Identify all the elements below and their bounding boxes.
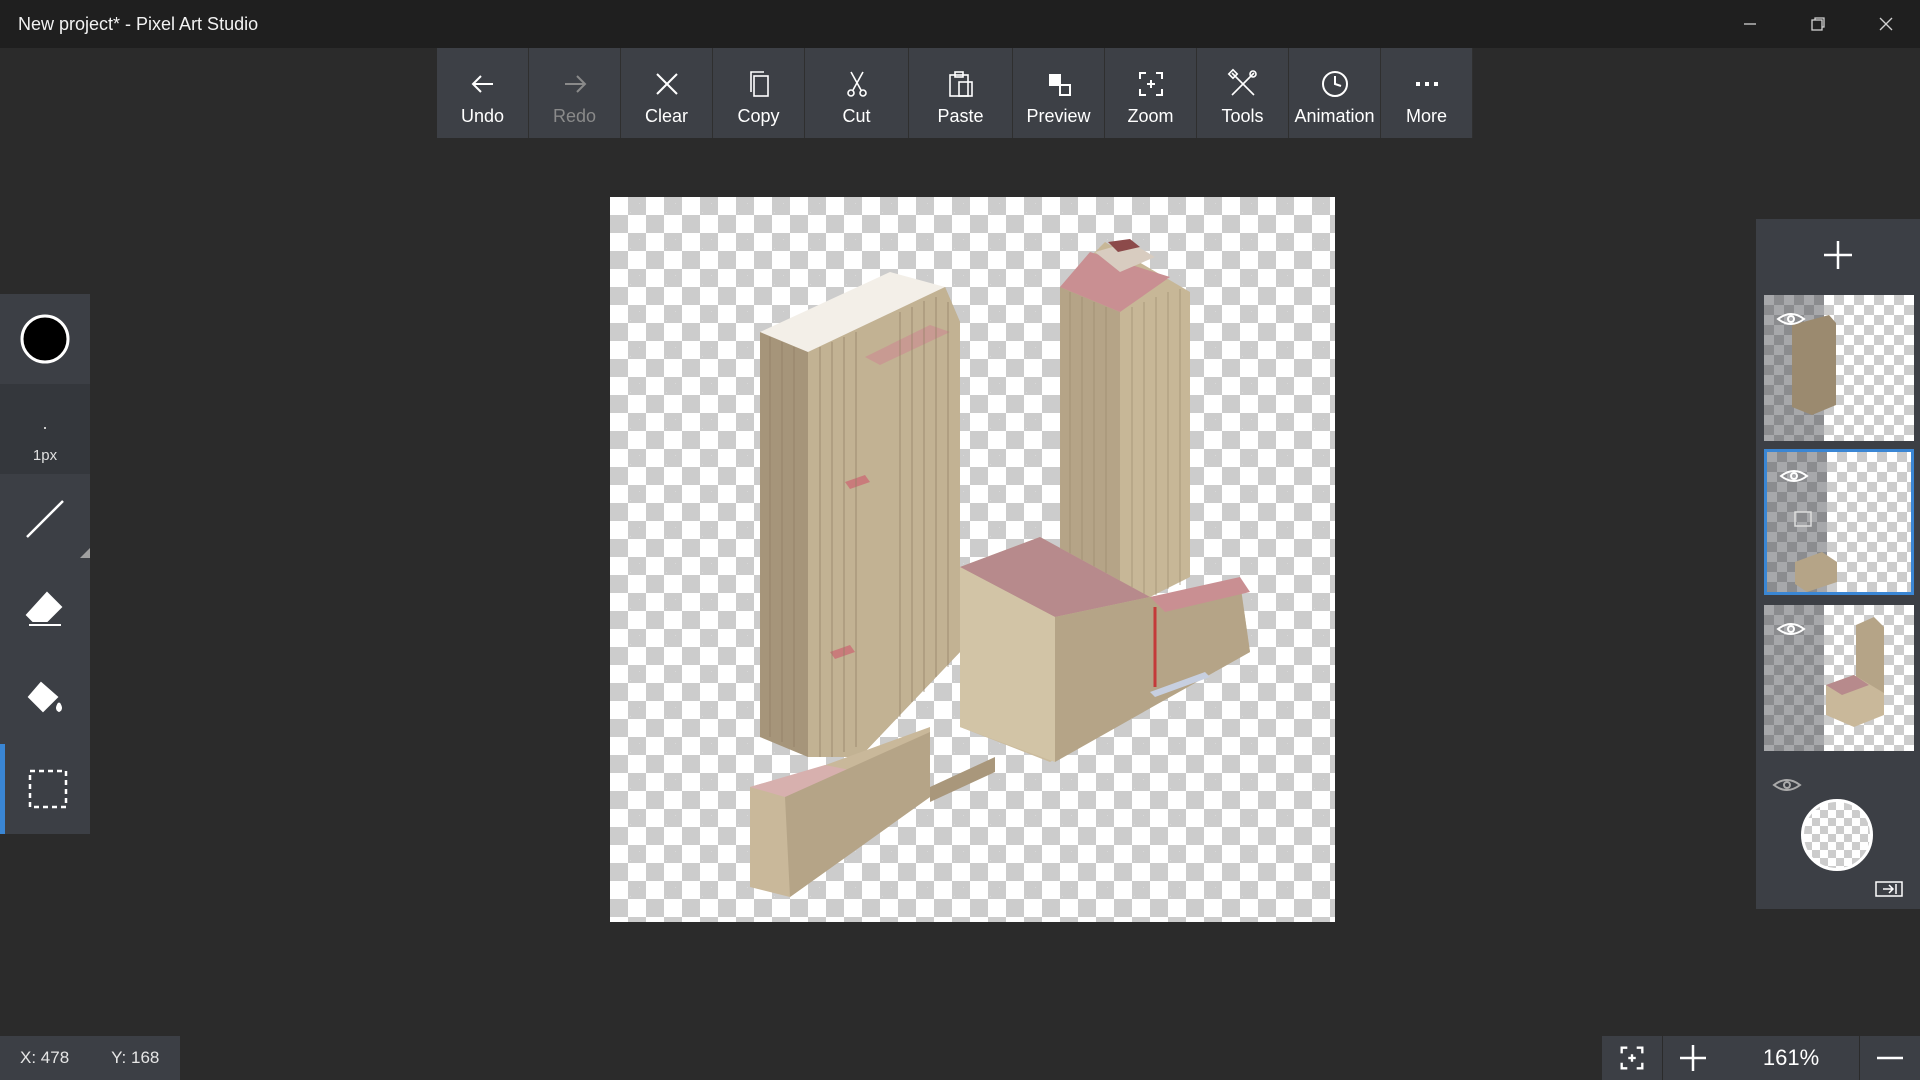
brush-size-label: 1px — [32, 446, 58, 464]
zoom-fit-icon — [1620, 1046, 1644, 1070]
line-icon — [26, 500, 64, 538]
copy-icon — [749, 71, 769, 97]
redo-button[interactable]: Redo — [529, 48, 621, 138]
eye-icon — [1776, 623, 1806, 635]
copy-label: Copy — [737, 106, 780, 126]
arrow-right-icon — [564, 75, 586, 93]
arrow-left-icon — [471, 75, 493, 93]
background-color-swatch[interactable] — [1801, 799, 1873, 871]
fit-to-screen-button[interactable] — [1602, 1036, 1662, 1080]
restore-button[interactable] — [1784, 0, 1852, 48]
copy-button[interactable]: Copy — [713, 48, 805, 138]
redo-label: Redo — [552, 106, 597, 126]
clear-label: Clear — [644, 106, 688, 126]
plus-icon — [1680, 1045, 1706, 1071]
layer-item-1[interactable] — [1764, 295, 1914, 441]
tools-button[interactable]: Tools — [1197, 48, 1289, 138]
paint-bucket-icon — [27, 681, 62, 713]
eraser-tool-button[interactable] — [0, 564, 90, 654]
close-window-button[interactable] — [1852, 0, 1920, 48]
paste-button[interactable]: Paste — [909, 48, 1013, 138]
more-icon — [1415, 82, 1438, 86]
eye-icon — [1772, 779, 1802, 791]
layer-item-3[interactable] — [1764, 605, 1914, 751]
zoom-in-button[interactable] — [1663, 1036, 1723, 1080]
minus-icon — [1877, 1056, 1903, 1060]
main-toolbar: Undo Redo Clear Copy Cut Paste Preview Z… — [437, 48, 1473, 138]
brush-size-button[interactable]: 1px — [0, 384, 90, 474]
eraser-icon — [25, 591, 63, 626]
more-button[interactable]: More — [1381, 48, 1473, 138]
zoom-label: Zoom — [1127, 106, 1174, 126]
undo-label: Undo — [460, 106, 505, 126]
tools-icon — [1227, 68, 1257, 96]
marquee-select-icon — [28, 769, 67, 809]
eye-icon — [1776, 313, 1806, 325]
layer-visibility-toggle[interactable] — [1776, 619, 1806, 644]
title-bar: New project* - Pixel Art Studio — [0, 0, 1920, 48]
tools-label: Tools — [1221, 106, 1264, 126]
line-tool-button[interactable] — [0, 474, 90, 564]
preview-button[interactable]: Preview — [1013, 48, 1105, 138]
primary-color-button[interactable] — [0, 294, 90, 384]
scissors-icon — [846, 71, 867, 97]
layer-visibility-toggle[interactable] — [1779, 466, 1809, 491]
background-layer[interactable] — [1756, 763, 1920, 909]
window-controls — [1716, 0, 1920, 48]
add-layer-button[interactable] — [1756, 219, 1920, 291]
clear-button[interactable]: Clear — [621, 48, 713, 138]
cursor-y: Y: 168 — [111, 1048, 160, 1067]
minimize-icon — [1744, 23, 1756, 25]
layer-visibility-toggle[interactable] — [1776, 309, 1806, 334]
zoom-controls: 161% — [1602, 1036, 1920, 1080]
zoom-out-button[interactable] — [1860, 1036, 1920, 1080]
submenu-indicator — [80, 548, 90, 558]
paste-label: Paste — [937, 106, 984, 126]
layers-panel — [1756, 219, 1920, 909]
background-visibility-toggle[interactable] — [1772, 775, 1802, 800]
clock-icon — [1321, 71, 1348, 97]
window-title: New project* - Pixel Art Studio — [18, 13, 259, 34]
export-layer-icon[interactable] — [1874, 879, 1904, 899]
color-swatch-icon — [20, 314, 70, 364]
brush-dot-icon — [44, 426, 46, 429]
drawing-canvas[interactable] — [610, 197, 1335, 922]
zoom-fit-icon — [1138, 72, 1163, 96]
close-icon — [1879, 17, 1893, 31]
restore-icon — [1811, 17, 1825, 31]
paste-icon — [948, 71, 973, 97]
plus-icon — [1824, 241, 1852, 269]
fill-tool-button[interactable] — [0, 654, 90, 744]
layer-item-2[interactable] — [1764, 449, 1914, 595]
select-tool-button[interactable] — [0, 744, 90, 834]
tool-panel: 1px — [0, 294, 90, 834]
zoom-button[interactable]: Zoom — [1105, 48, 1197, 138]
minimize-button[interactable] — [1716, 0, 1784, 48]
cursor-x: X: 478 — [20, 1048, 70, 1067]
undo-button[interactable]: Undo — [437, 48, 529, 138]
eye-icon — [1779, 470, 1809, 482]
cut-label: Cut — [842, 106, 871, 126]
cut-button[interactable]: Cut — [805, 48, 909, 138]
close-icon — [655, 73, 678, 95]
preview-label: Preview — [1026, 106, 1091, 126]
preview-icon — [1048, 74, 1071, 96]
more-label: More — [1405, 106, 1447, 126]
cursor-coordinates: X: 478 Y: 168 — [0, 1036, 180, 1080]
pixel-art-image — [750, 239, 1250, 897]
zoom-level: 161% — [1762, 1045, 1820, 1070]
animation-button[interactable]: Animation — [1289, 48, 1381, 138]
animation-label: Animation — [1294, 106, 1375, 126]
